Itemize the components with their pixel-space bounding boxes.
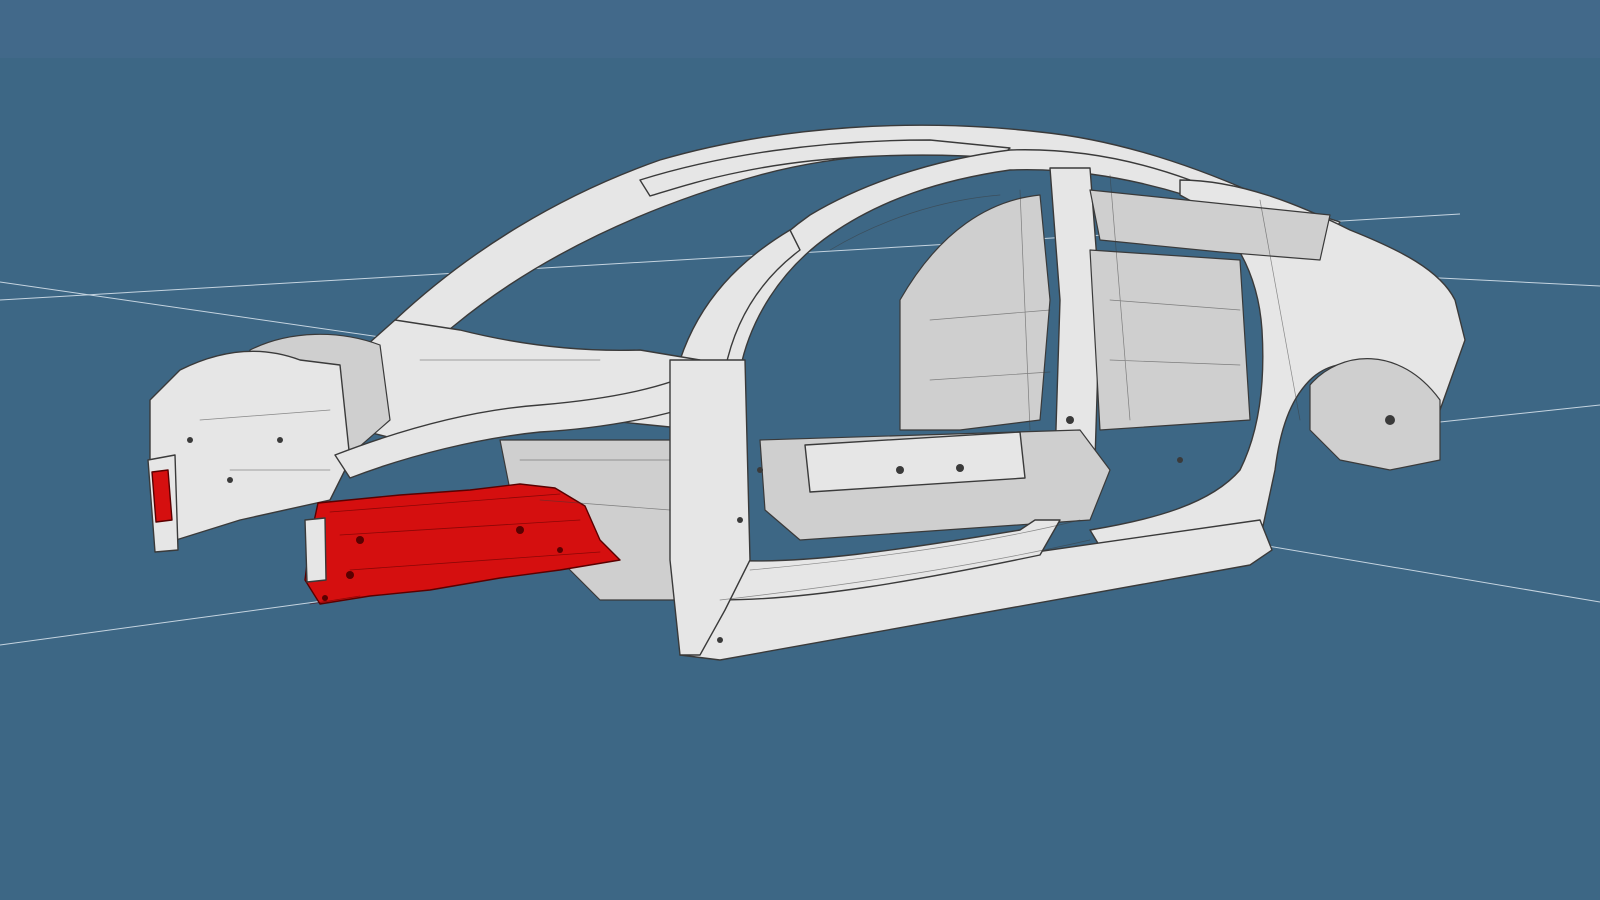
- 3d-viewport[interactable]: [0, 0, 1600, 900]
- rear-seat-bulkhead[interactable]: [1089, 249, 1251, 431]
- front-left-crash-tip[interactable]: [151, 469, 173, 523]
- rail-end-bracket[interactable]: [304, 517, 327, 583]
- 3d-scene[interactable]: [0, 0, 1600, 900]
- viewport-top-band: [0, 0, 1600, 58]
